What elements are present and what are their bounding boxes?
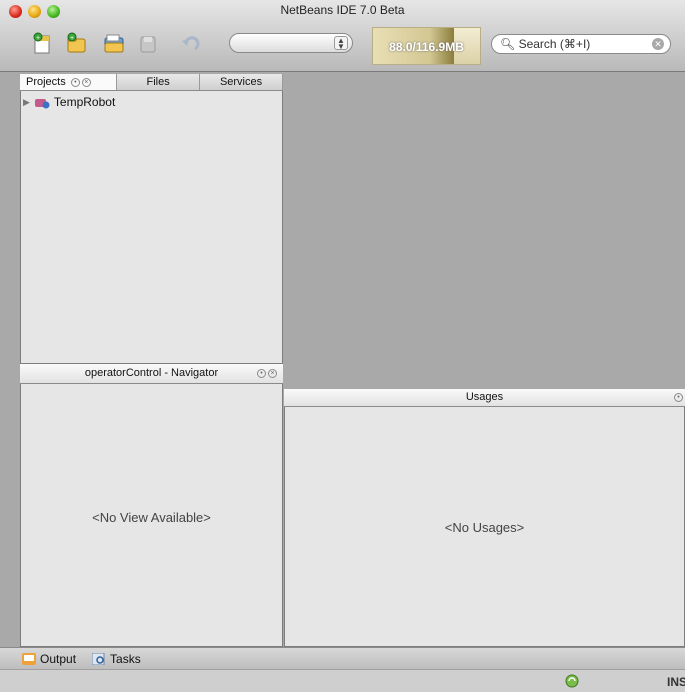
- close-panel-icon[interactable]: ×: [268, 368, 277, 378]
- navigator-title: operatorControl - Navigator: [84, 367, 219, 379]
- minimize-icon[interactable]: •: [257, 368, 266, 378]
- memory-indicator[interactable]: 88.0/116.9MB: [372, 27, 481, 65]
- new-file-icon[interactable]: +: [30, 32, 54, 56]
- update-icon[interactable]: [565, 674, 579, 688]
- search-placeholder: Search (⌘+I): [518, 37, 591, 51]
- status-bar: INS: [0, 669, 685, 692]
- memory-label: 88.0/116.9MB: [389, 40, 464, 54]
- search-input[interactable]: 🔍︎ Search (⌘+I) ✕: [491, 34, 671, 54]
- new-project-icon[interactable]: +: [64, 32, 88, 56]
- window-titlebar: NetBeans IDE 7.0 Beta + + ▲ ▼ 88.0/116.9M…: [0, 0, 685, 72]
- project-label: TempRobot: [53, 95, 116, 109]
- tab-projects[interactable]: Projects • ×: [20, 74, 118, 90]
- navigator-header: operatorControl - Navigator • ×: [20, 364, 283, 384]
- usages-header: Usages •: [284, 389, 685, 407]
- output-icon: [22, 652, 36, 665]
- output-tab[interactable]: Output: [22, 652, 76, 666]
- clear-search-icon[interactable]: ✕: [652, 38, 664, 50]
- configuration-select[interactable]: ▲ ▼: [229, 33, 353, 53]
- select-arrows-icon: ▲ ▼: [334, 36, 348, 51]
- minimize-icon[interactable]: •: [70, 77, 80, 87]
- usages-empty-message: <No Usages>: [444, 520, 525, 535]
- navigator-empty-message: <No View Available>: [92, 510, 211, 525]
- svg-text:+: +: [70, 35, 74, 42]
- window-title: NetBeans IDE 7.0 Beta: [280, 3, 405, 17]
- svg-text:+: +: [36, 35, 40, 42]
- usages-title: Usages: [465, 391, 504, 403]
- search-icon: 🔍︎: [500, 37, 516, 51]
- navigator-panel: <No View Available>: [20, 364, 283, 647]
- tab-files[interactable]: Files: [117, 74, 201, 90]
- close-tab-icon[interactable]: ×: [81, 77, 91, 87]
- project-tree-item[interactable]: ▶ TempRobot: [23, 95, 115, 109]
- editor-area: [284, 74, 685, 386]
- usages-panel: <No Usages>: [284, 389, 685, 647]
- open-project-icon[interactable]: [102, 32, 126, 56]
- save-all-icon[interactable]: [136, 32, 160, 56]
- minimize-icon[interactable]: •: [674, 392, 683, 402]
- minimized-tabs-bar: Output Tasks: [0, 647, 685, 669]
- projects-tabbar: Projects • × Files Services: [20, 74, 283, 91]
- projects-panel: [20, 74, 283, 364]
- project-icon: [34, 99, 50, 109]
- expand-arrow-icon[interactable]: ▶: [23, 97, 30, 108]
- undo-icon[interactable]: [178, 32, 202, 56]
- tab-services[interactable]: Services: [200, 74, 283, 90]
- insert-mode-indicator: INS: [666, 675, 685, 689]
- tasks-tab[interactable]: Tasks: [92, 652, 141, 666]
- tasks-icon: [92, 652, 105, 665]
